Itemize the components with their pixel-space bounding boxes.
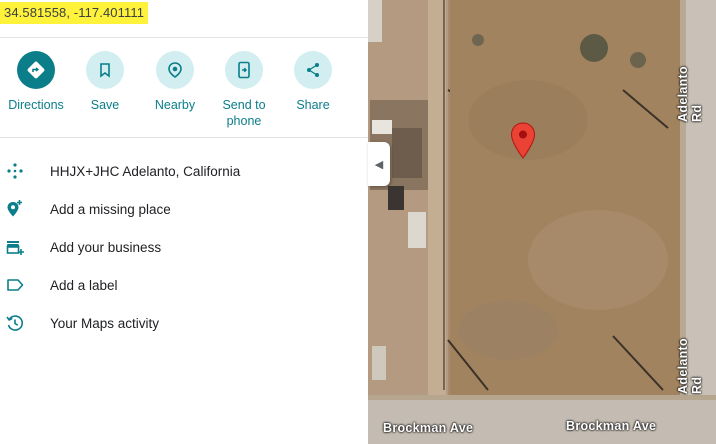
directions-label: Directions [8, 98, 64, 112]
save-button[interactable]: Save [70, 51, 140, 113]
plus-code-icon [4, 161, 26, 181]
coordinates-text[interactable]: 34.581558, -117.401111 [0, 2, 149, 24]
action-buttons: Directions Save Nearby Send to phone Sha… [0, 38, 368, 138]
brockman-ave-label-right: Brockman Ave [566, 419, 657, 433]
add-label-text: Add a label [50, 277, 118, 293]
add-business-row[interactable]: Add your business [0, 228, 368, 266]
plus-code-text: HHJX+JHC Adelanto, California [50, 163, 241, 179]
satellite-imagery [368, 0, 716, 444]
satellite-map[interactable]: Adelanto Rd Adelanto Rd Brockman Ave Bro… [368, 0, 716, 444]
save-label: Save [90, 98, 120, 112]
directions-icon [17, 51, 55, 89]
bookmark-icon [86, 51, 124, 89]
share-label: Share [296, 98, 330, 112]
adelanto-road-label-top: Adelanto Rd [675, 66, 704, 122]
chevron-left-icon: ◀ [374, 158, 384, 171]
maps-activity-text: Your Maps activity [50, 315, 160, 331]
share-button[interactable]: Share [278, 51, 348, 113]
collapse-panel-button[interactable]: ◀ [368, 142, 390, 186]
adelanto-road-label-bottom: Adelanto Rd [675, 338, 704, 394]
maps-activity-row[interactable]: Your Maps activity [0, 304, 368, 342]
send-to-phone-label: Send to phone [222, 98, 266, 128]
plus-code-row[interactable]: HHJX+JHC Adelanto, California [0, 152, 368, 190]
add-missing-place-row[interactable]: Add a missing place [0, 190, 368, 228]
add-label-row[interactable]: Add a label [0, 266, 368, 304]
place-info-list: HHJX+JHC Adelanto, California Add a miss… [0, 152, 368, 342]
add-business-text: Add your business [50, 239, 162, 255]
nearby-label: Nearby [154, 98, 196, 112]
brockman-ave-label-left: Brockman Ave [383, 421, 474, 435]
directions-button[interactable]: Directions [1, 51, 71, 113]
nearby-icon [156, 51, 194, 89]
share-icon [294, 51, 332, 89]
coordinates-header: 34.581558, -117.401111 [0, 0, 368, 38]
place-panel: 34.581558, -117.401111 Directions Save N… [0, 0, 368, 444]
label-icon [4, 275, 26, 295]
send-to-phone-icon [225, 51, 263, 89]
add-business-icon [4, 237, 26, 257]
add-place-icon [4, 199, 26, 219]
add-missing-place-text: Add a missing place [50, 201, 171, 217]
send-to-phone-button[interactable]: Send to phone [209, 51, 279, 129]
map-pin-icon[interactable] [510, 122, 536, 160]
nearby-button[interactable]: Nearby [140, 51, 210, 113]
history-icon [4, 313, 26, 333]
